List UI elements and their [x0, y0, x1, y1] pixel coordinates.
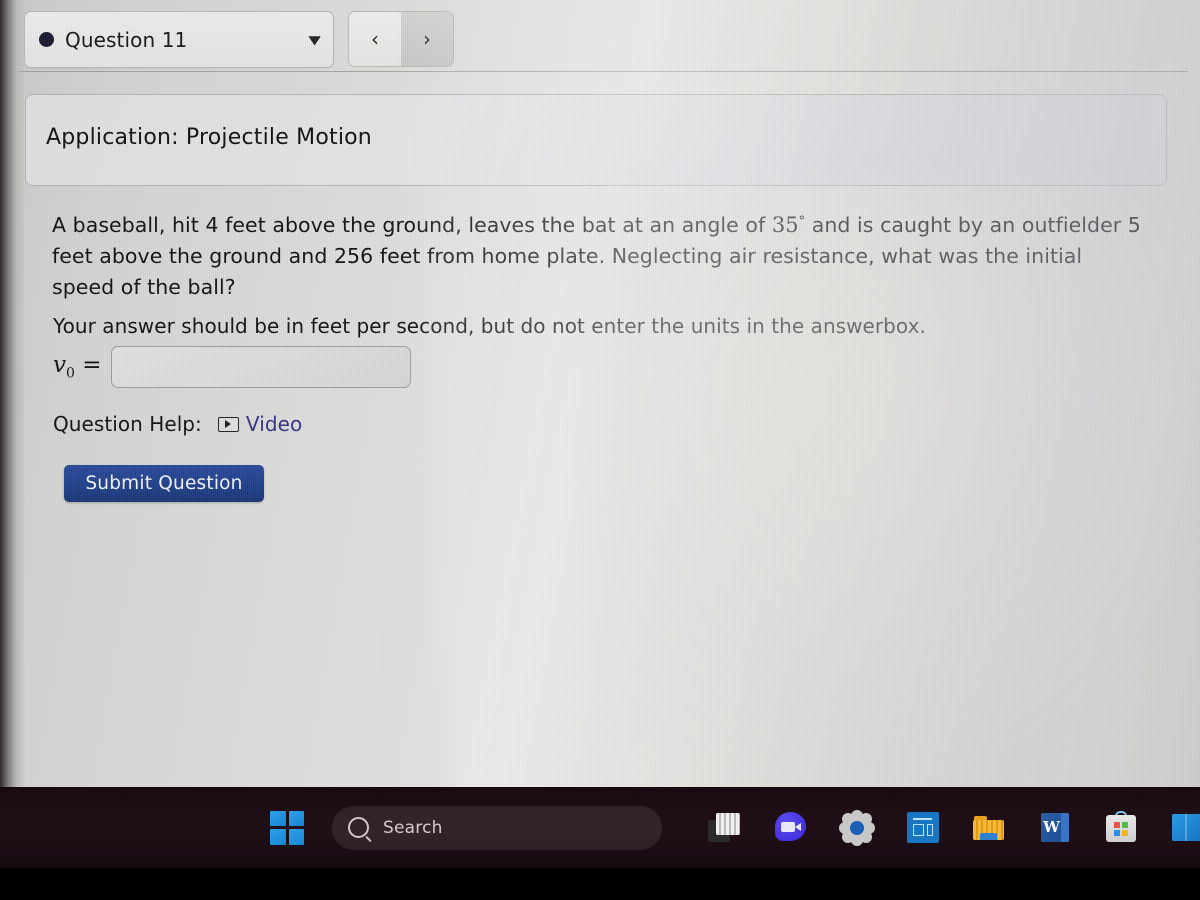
page-title: Application: Projectile Motion: [46, 125, 372, 150]
calculator-icon[interactable]: [906, 811, 940, 845]
question-nav-buttons: ‹ ›: [348, 11, 454, 67]
previous-question-button[interactable]: ‹: [349, 12, 401, 66]
units-instruction: Your answer should be in feet per second…: [53, 314, 926, 338]
question-help-row: Question Help: Video: [53, 412, 302, 436]
answer-row: v0 =: [53, 346, 411, 388]
search-placeholder-label: Search: [383, 817, 443, 838]
search-icon: [348, 817, 369, 838]
angle-value: 35: [771, 213, 799, 237]
question-text-part1: A baseball, hit 4 feet above the ground,…: [52, 213, 772, 237]
widgets-icon[interactable]: [708, 811, 742, 845]
equals-sign: =: [82, 352, 102, 379]
next-question-button[interactable]: ›: [401, 12, 453, 66]
play-button-icon: [217, 416, 239, 432]
question-help-label: Question Help:: [53, 412, 202, 436]
windows-logo-icon[interactable]: [270, 810, 304, 845]
question-status-dot: [39, 32, 54, 47]
word-icon[interactable]: W: [1038, 811, 1072, 845]
taskbar-items: Search W: [270, 787, 1200, 868]
taskbar-search-box[interactable]: Search: [332, 805, 662, 850]
settings-gear-icon[interactable]: [840, 811, 874, 845]
variable-subscript: 0: [66, 365, 75, 382]
video-help-link[interactable]: Video: [217, 412, 303, 436]
windows-taskbar: Search W: [0, 787, 1200, 868]
blue-app-icon[interactable]: [1170, 811, 1200, 845]
video-link-label: Video: [245, 412, 303, 436]
question-navigation-bar: Question 11 ▼ ‹ ›: [0, 0, 1200, 72]
question-statement: A baseball, hit 4 feet above the ground,…: [52, 206, 1142, 303]
answer-input[interactable]: [110, 346, 411, 388]
chat-icon[interactable]: [774, 811, 808, 845]
question-selector-dropdown[interactable]: Question 11 ▼: [24, 11, 334, 68]
question-title-card: Application: Projectile Motion: [25, 94, 1167, 186]
answer-variable-label: v0 =: [53, 352, 102, 382]
taskbar-inner: Search W: [0, 787, 1200, 868]
question-selector-label: Question 11: [65, 27, 188, 52]
laptop-bottom-bezel: [0, 868, 1200, 900]
laptop-screen-photo: Question 11 ▼ ‹ › Application: Projectil…: [0, 0, 1200, 900]
navbar-divider: [16, 71, 1188, 72]
file-explorer-icon[interactable]: [972, 811, 1006, 845]
submit-question-button[interactable]: Submit Question: [64, 465, 264, 502]
variable-v: v: [53, 352, 66, 379]
chevron-down-icon: ▼: [308, 32, 321, 47]
browser-page: Question 11 ▼ ‹ › Application: Projectil…: [0, 0, 1200, 790]
left-bezel-shadow: [0, 0, 26, 790]
microsoft-store-icon[interactable]: [1104, 810, 1138, 845]
word-icon-letter: W: [1043, 818, 1060, 836]
